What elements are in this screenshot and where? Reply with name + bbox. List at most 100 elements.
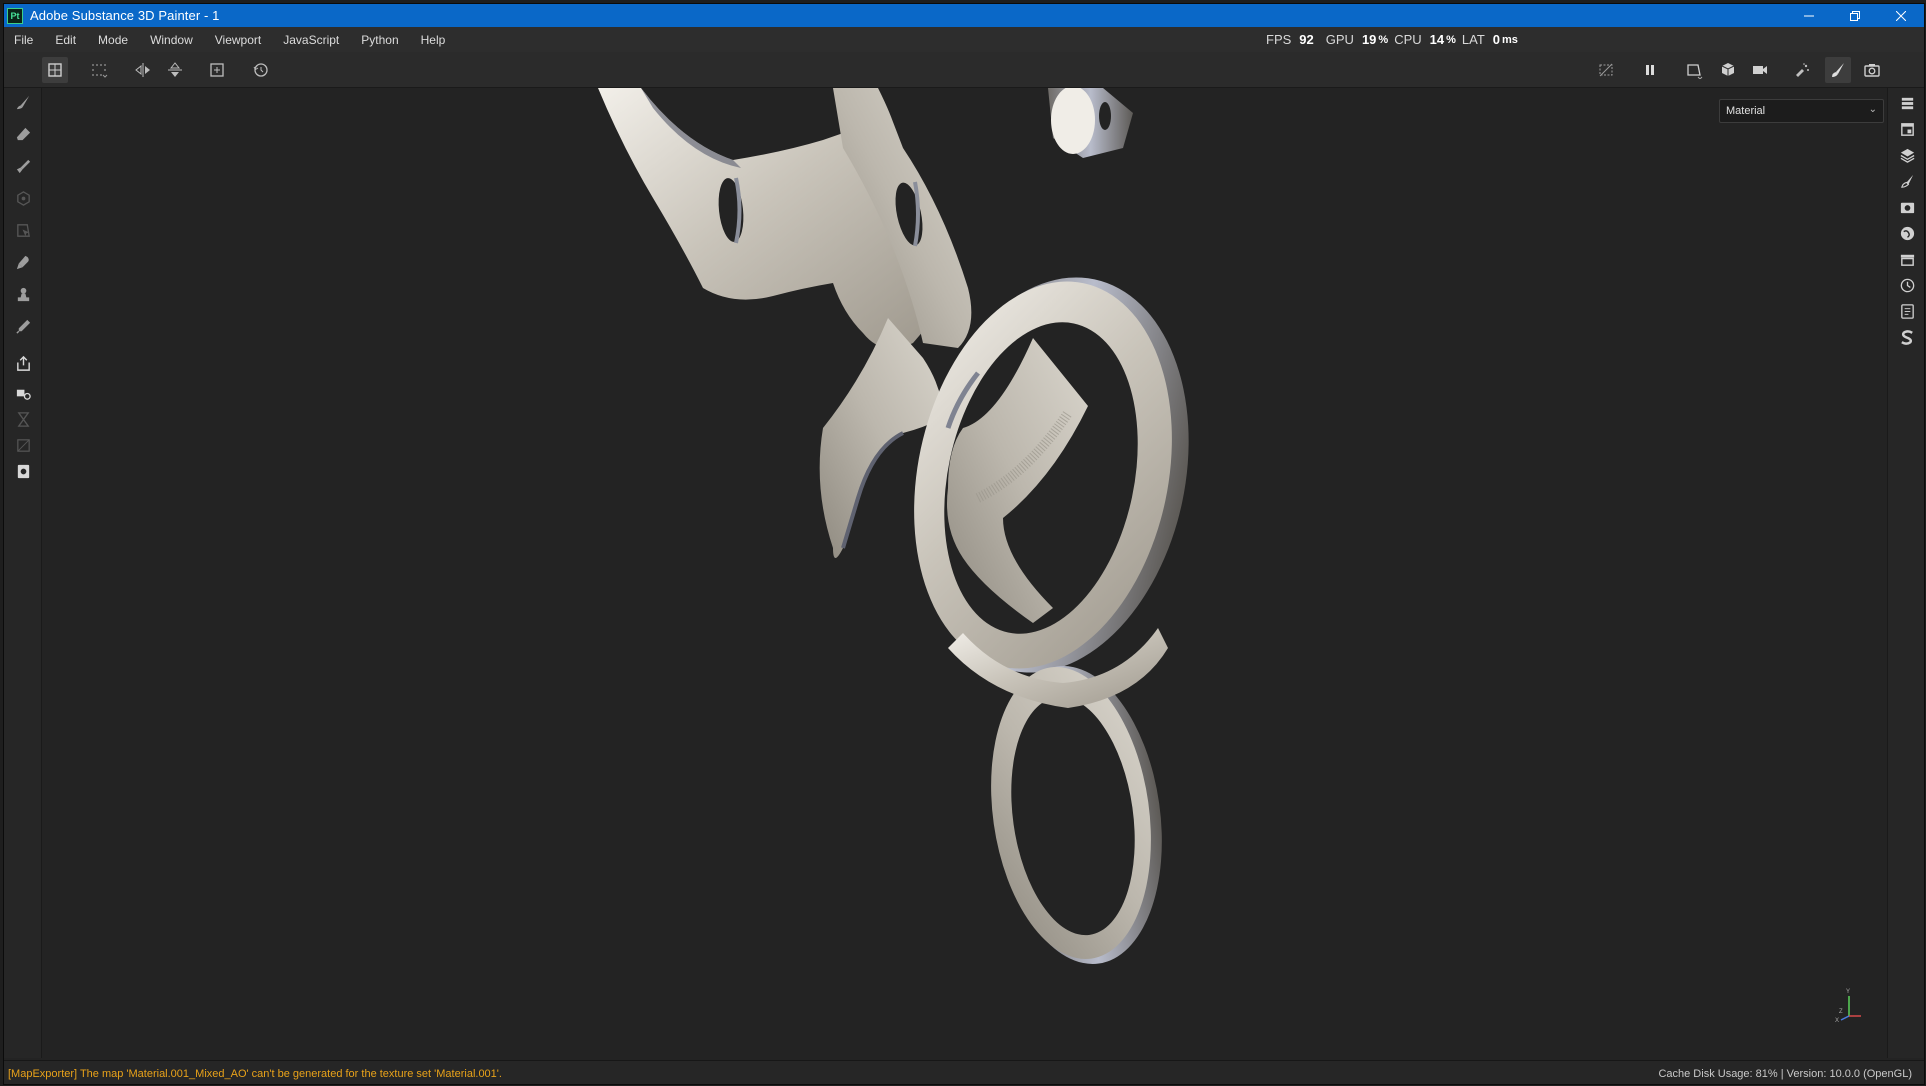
smudge-tool[interactable] <box>12 251 34 273</box>
camera-button[interactable] <box>1747 57 1773 83</box>
grid-button[interactable] <box>86 57 112 83</box>
eraser-tool[interactable] <box>12 123 34 145</box>
dock-texture-set[interactable] <box>1896 118 1918 140</box>
dock-substance[interactable] <box>1896 326 1918 348</box>
brush-spread-button[interactable] <box>1789 57 1815 83</box>
title-bar[interactable]: Pt Adobe Substance 3D Painter - 1 <box>4 4 1924 27</box>
gpu-unit: % <box>1378 33 1389 46</box>
display-settings-icon <box>1900 202 1914 213</box>
bake-icon <box>16 355 30 371</box>
uv-tiles-button[interactable] <box>42 57 68 83</box>
material-picker-tool[interactable] <box>12 382 34 404</box>
geometry-mask-tool[interactable] <box>12 187 34 209</box>
performance-readout: FPS 92 GPU 19 % CPU 14 % LAT 0 ms <box>1266 27 1524 52</box>
menu-edit[interactable]: Edit <box>44 33 87 47</box>
environment-icon <box>1900 226 1914 240</box>
brush-settings-icon <box>1900 174 1913 188</box>
projection-tool[interactable] <box>12 155 34 177</box>
color-picker-tool[interactable] <box>12 315 34 337</box>
restore-button[interactable] <box>1832 4 1878 27</box>
dock-history[interactable] <box>1896 274 1918 296</box>
log-icon <box>1900 303 1914 319</box>
screenshot-button[interactable] <box>1859 57 1885 83</box>
chevron-down-icon: ⌄ <box>1868 104 1877 115</box>
viewport-toolbar <box>4 52 1924 88</box>
menu-viewport[interactable]: Viewport <box>204 33 272 47</box>
pause-button[interactable] <box>1637 57 1663 83</box>
eraser-icon <box>16 127 30 140</box>
mirror-x-icon <box>135 63 150 77</box>
export-button[interactable] <box>12 460 34 482</box>
camera-icon <box>1753 66 1767 74</box>
clone-tool[interactable] <box>12 283 34 305</box>
menu-python[interactable]: Python <box>350 33 409 47</box>
texture-set-icon <box>1900 122 1914 136</box>
layers-icon <box>1900 148 1914 163</box>
color-picker-icon <box>15 319 30 334</box>
add-frame-button[interactable] <box>204 57 230 83</box>
hourglass-icon <box>16 411 30 427</box>
dock-layers[interactable] <box>1896 144 1918 166</box>
close-button[interactable] <box>1878 4 1924 27</box>
uv-disabled-tool[interactable] <box>12 434 34 456</box>
minimize-icon <box>1804 15 1814 16</box>
paint-brush-button[interactable] <box>1825 57 1851 83</box>
cube-icon <box>1721 63 1735 76</box>
menu-bar: File Edit Mode Window Viewport JavaScrip… <box>4 27 1924 52</box>
dock-log[interactable] <box>1896 300 1918 322</box>
viewport-mode-select[interactable]: Material ⌄ <box>1719 99 1884 123</box>
hide-button[interactable] <box>1593 57 1619 83</box>
menu-window[interactable]: Window <box>139 33 204 47</box>
tools-toolbar <box>4 88 42 1058</box>
pause-icon <box>1646 65 1654 75</box>
mirror-y-button[interactable] <box>162 57 188 83</box>
gizmo-z-label: Z <box>1839 1009 1843 1015</box>
lat-value: 0 <box>1492 32 1501 47</box>
menu-file[interactable]: File <box>4 33 44 47</box>
mirror-x-button[interactable] <box>130 57 156 83</box>
fps-label: FPS <box>1266 32 1292 47</box>
viewport-mode-value: Material <box>1726 105 1766 117</box>
cpu-label: CPU <box>1394 32 1422 47</box>
dock-display-settings[interactable] <box>1896 196 1918 218</box>
geometry-mask-icon <box>16 190 30 206</box>
hourglass-tool[interactable] <box>12 408 34 430</box>
status-bar: [MapExporter] The map 'Material.001_Mixe… <box>4 1060 1924 1084</box>
hide-icon <box>1599 63 1613 77</box>
window-title: Adobe Substance 3D Painter - 1 <box>30 8 220 23</box>
cube-button[interactable] <box>1715 57 1741 83</box>
material-picker-icon <box>16 389 31 400</box>
brush-spread-icon <box>1796 63 1809 77</box>
export-icon <box>17 464 29 478</box>
hex-nut <box>1048 88 1133 158</box>
dock-brush-settings[interactable] <box>1896 170 1918 192</box>
menu-help[interactable]: Help <box>410 33 457 47</box>
history-icon <box>1900 278 1914 292</box>
3d-model-render[interactable] <box>43 88 1889 1058</box>
dock-environment[interactable] <box>1896 222 1918 244</box>
smudge-icon <box>16 255 29 269</box>
dock-assets[interactable] <box>1896 248 1918 270</box>
3d-viewport[interactable]: Material ⌄ Y Z X <box>43 88 1889 1058</box>
grid-icon <box>92 64 108 78</box>
menu-mode[interactable]: Mode <box>87 33 139 47</box>
reset-icon <box>253 63 268 77</box>
viewport-2d-button[interactable] <box>1681 57 1707 83</box>
status-message[interactable]: [MapExporter] The map 'Material.001_Mixe… <box>8 1068 1658 1080</box>
paint-icon <box>16 95 29 109</box>
dock-layers-stack[interactable] <box>1896 92 1918 114</box>
menu-javascript[interactable]: JavaScript <box>272 33 350 47</box>
lat-unit: ms <box>1502 33 1518 46</box>
paint-tool[interactable] <box>12 91 34 113</box>
gizmo-x-label: X <box>1835 1018 1839 1024</box>
reset-button[interactable] <box>248 57 274 83</box>
layers-stack-icon <box>1901 97 1913 109</box>
add-frame-icon <box>210 63 224 77</box>
polygon-fill-tool[interactable] <box>12 219 34 241</box>
fps-value: 92 <box>1299 32 1314 47</box>
screenshot-icon <box>1864 64 1880 77</box>
dock-toolbar <box>1887 88 1924 1058</box>
cpu-unit: % <box>1446 33 1456 46</box>
minimize-button[interactable] <box>1786 4 1832 27</box>
bake-button[interactable] <box>12 352 34 374</box>
